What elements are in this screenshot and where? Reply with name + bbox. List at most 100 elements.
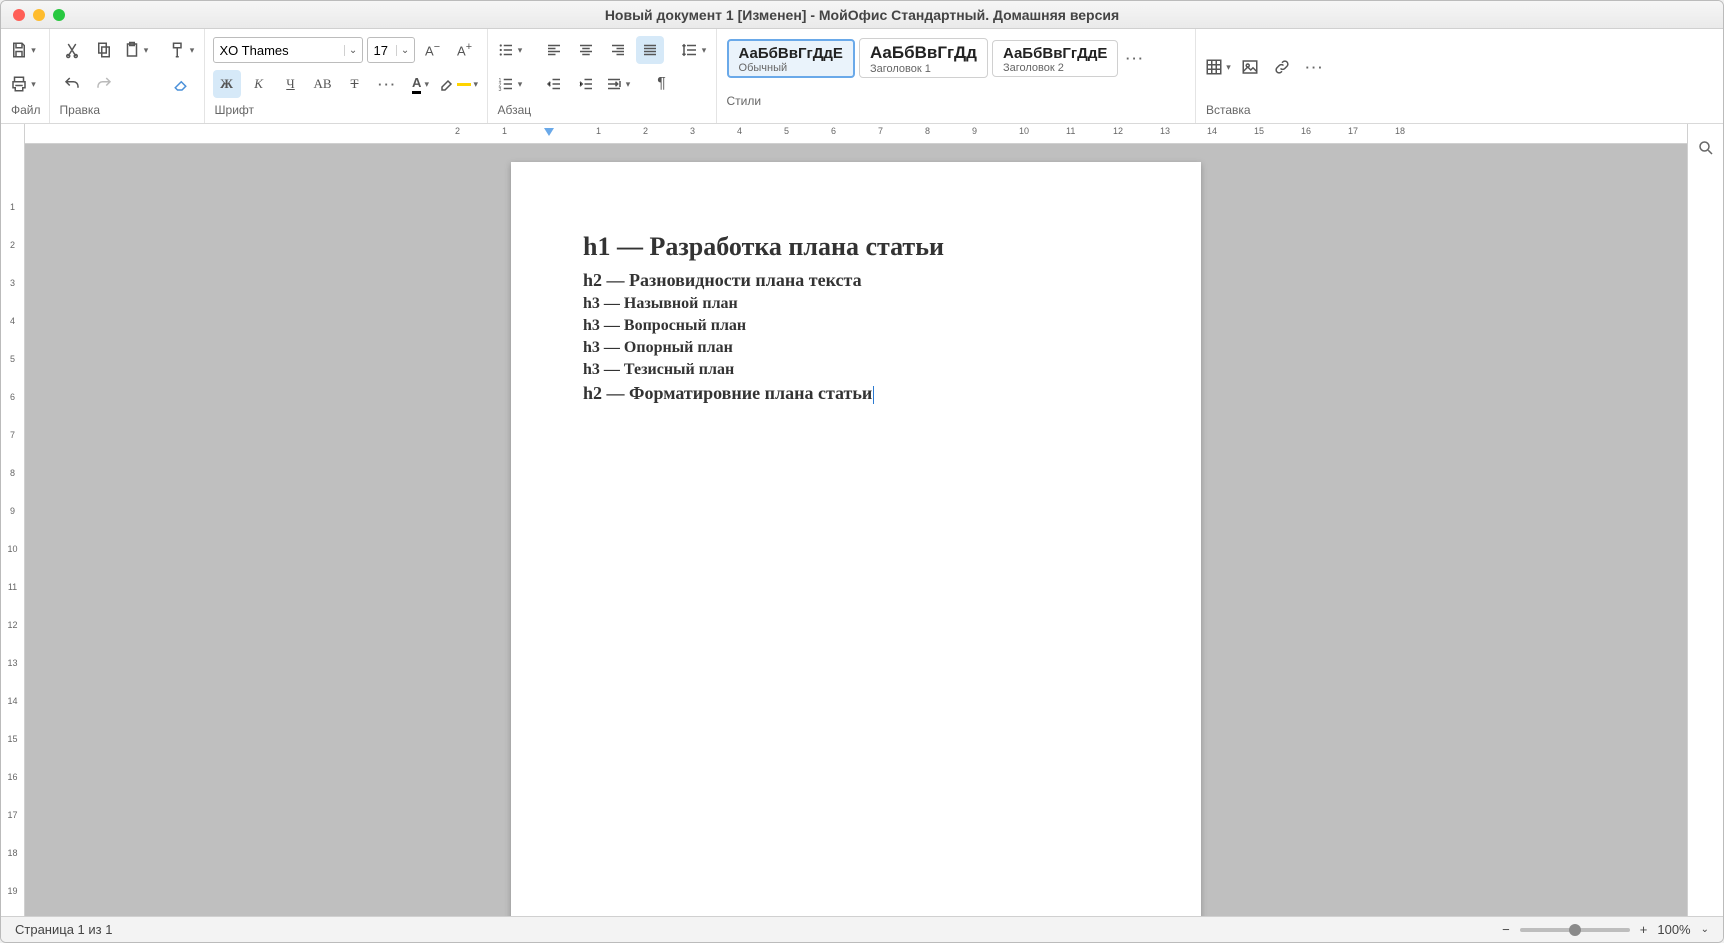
format-painter-icon (169, 41, 187, 59)
maximize-icon[interactable] (53, 9, 65, 21)
ruler-tick: 5 (784, 126, 789, 136)
insert-link-button[interactable] (1268, 50, 1296, 84)
group-styles: АаБбВвГгДдЕ Обычный АаБбВвГгДд Заголовок… (717, 29, 1196, 123)
style-name: Обычный (739, 62, 843, 74)
font-size-input[interactable] (368, 43, 396, 58)
line-spacing-icon (681, 41, 699, 59)
strikethrough-button[interactable]: T (341, 70, 369, 98)
doc-h1: h1 — Разработка плана статьи (583, 232, 1129, 262)
insert-table-button[interactable] (1204, 50, 1232, 84)
increase-indent-icon (577, 75, 595, 93)
ruler-tick: 10 (1, 544, 24, 554)
chevron-down-icon[interactable]: ⌄ (396, 45, 414, 56)
zoom-knob[interactable] (1569, 924, 1581, 936)
ribbon: Файл (1, 29, 1723, 124)
eraser-button[interactable] (168, 70, 196, 98)
zoom-out-button[interactable]: − (1502, 922, 1510, 937)
font-name-select[interactable]: ⌄ (213, 37, 363, 63)
copy-button[interactable] (90, 36, 118, 64)
print-button[interactable] (9, 70, 37, 98)
ruler-tick: 7 (878, 126, 883, 136)
align-right-icon (609, 41, 627, 59)
align-center-button[interactable] (572, 36, 600, 64)
canvas-scroll[interactable]: h1 — Разработка плана статьи h2 — Разнов… (25, 144, 1687, 916)
ruler-tick: 9 (972, 126, 977, 136)
document-page[interactable]: h1 — Разработка плана статьи h2 — Разнов… (511, 162, 1201, 916)
font-decrease-button[interactable]: A− (419, 36, 447, 64)
style-heading2[interactable]: АаБбВвГгДдЕ Заголовок 2 (992, 40, 1118, 77)
decrease-indent-button[interactable] (540, 70, 568, 98)
ruler-tick: 5 (1, 354, 24, 364)
font-name-input[interactable] (214, 43, 344, 58)
style-sample: АаБбВвГгДдЕ (1003, 45, 1107, 62)
undo-button[interactable] (58, 70, 86, 98)
align-left-button[interactable] (540, 36, 568, 64)
link-icon (1273, 58, 1291, 76)
zoom-controls: − + 100% ⌄ (1502, 922, 1709, 937)
ruler-tick: 1 (502, 126, 507, 136)
bold-button[interactable]: Ж (213, 70, 241, 98)
zoom-slider[interactable] (1520, 928, 1630, 932)
horizontal-ruler[interactable]: 21123456789101112131415161718 (25, 124, 1687, 144)
line-spacing-button[interactable] (680, 36, 708, 64)
numbered-list-button[interactable]: 123 (496, 70, 524, 98)
font-color-button[interactable]: A (407, 70, 435, 98)
find-button[interactable] (1692, 134, 1720, 162)
numbered-list-icon: 123 (497, 75, 515, 93)
italic-button[interactable]: К (245, 70, 273, 98)
ruler-tick: 17 (1, 810, 24, 820)
highlight-icon (439, 75, 457, 93)
ruler-tick: 18 (1395, 126, 1405, 136)
align-justify-button[interactable] (636, 36, 664, 64)
underline-button[interactable]: Ч (277, 70, 305, 98)
doc-line: h3 — Вопросный план (583, 317, 1129, 335)
insert-more-button[interactable]: ··· (1300, 50, 1330, 84)
search-icon (1697, 139, 1715, 157)
ruler-tick: 6 (1, 392, 24, 402)
close-icon[interactable] (13, 9, 25, 21)
style-sample: АаБбВвГгДд (870, 43, 977, 63)
workspace: 12345678910111213141516171819 2112345678… (1, 124, 1723, 916)
nonprinting-button[interactable]: ¶ (648, 70, 676, 98)
style-heading1[interactable]: АаБбВвГгДд Заголовок 1 (859, 38, 988, 78)
redo-button[interactable] (90, 70, 118, 98)
font-increase-button[interactable]: A+ (451, 36, 479, 64)
style-normal[interactable]: АаБбВвГгДдЕ Обычный (727, 39, 855, 78)
vertical-ruler[interactable]: 12345678910111213141516171819 (1, 124, 25, 916)
allcaps-button[interactable]: AB (309, 70, 337, 98)
insert-image-button[interactable] (1236, 50, 1264, 84)
save-button[interactable] (9, 36, 37, 64)
text-cursor (873, 386, 874, 404)
bullet-list-button[interactable] (496, 36, 524, 64)
cut-button[interactable] (58, 36, 86, 64)
paste-button[interactable] (122, 36, 150, 64)
ruler-tick: 19 (1, 886, 24, 896)
paste-icon (123, 41, 141, 59)
increase-indent-button[interactable] (572, 70, 600, 98)
font-more-button[interactable]: ··· (373, 70, 403, 98)
zoom-dropdown[interactable]: ⌄ (1701, 924, 1709, 935)
ruler-tick: 1 (1, 202, 24, 212)
format-painter-button[interactable] (168, 36, 196, 64)
ruler-tick: 2 (643, 126, 648, 136)
group-font: ⌄ ⌄ A− A+ Ж К Ч AB T ··· A (205, 29, 488, 123)
zoom-in-button[interactable]: + (1640, 922, 1648, 937)
svg-text:3: 3 (498, 87, 501, 93)
minimize-icon[interactable] (33, 9, 45, 21)
ruler-tick: 14 (1207, 126, 1217, 136)
styles-more-button[interactable]: ··· (1120, 33, 1150, 83)
group-insert: ··· Вставка (1196, 29, 1338, 123)
ruler-tick: 14 (1, 696, 24, 706)
font-size-select[interactable]: ⌄ (367, 37, 415, 63)
decrease-indent-icon (545, 75, 563, 93)
ruler-tick: 13 (1, 658, 24, 668)
window-title: Новый документ 1 [Изменен] - МойОфис Ста… (1, 7, 1723, 23)
indent-marker[interactable] (544, 128, 554, 142)
highlight-button[interactable] (439, 70, 479, 98)
undo-icon (63, 75, 81, 93)
ruler-tick: 16 (1301, 126, 1311, 136)
chevron-down-icon[interactable]: ⌄ (344, 45, 362, 56)
tab-stop-button[interactable] (604, 70, 632, 98)
align-right-button[interactable] (604, 36, 632, 64)
group-edit-label: Правка (58, 101, 196, 121)
